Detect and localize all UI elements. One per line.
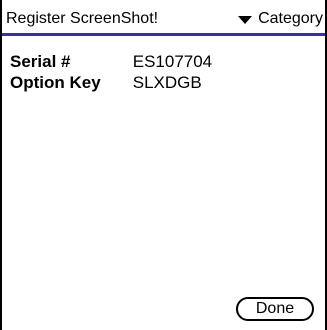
done-button[interactable]: Done (236, 297, 314, 321)
serial-label: Serial # (10, 52, 71, 71)
serial-row: Serial # ES107704 (10, 51, 212, 73)
category-popup-trigger[interactable]: Category (238, 6, 323, 32)
option-key-label: Option Key (10, 73, 101, 92)
option-key-row: Option Key SLXDGB (10, 72, 202, 94)
form-title: Register ScreenShot! (6, 10, 159, 27)
option-key-value: SLXDGB (132, 73, 202, 92)
register-form-screen: Register ScreenShot! Category Serial # E… (0, 0, 327, 330)
category-label: Category (258, 10, 323, 27)
title-bar-underline (2, 33, 325, 36)
screen-border-left (0, 0, 2, 330)
triangle-down-icon (238, 15, 253, 24)
serial-value: ES107704 (132, 52, 213, 71)
